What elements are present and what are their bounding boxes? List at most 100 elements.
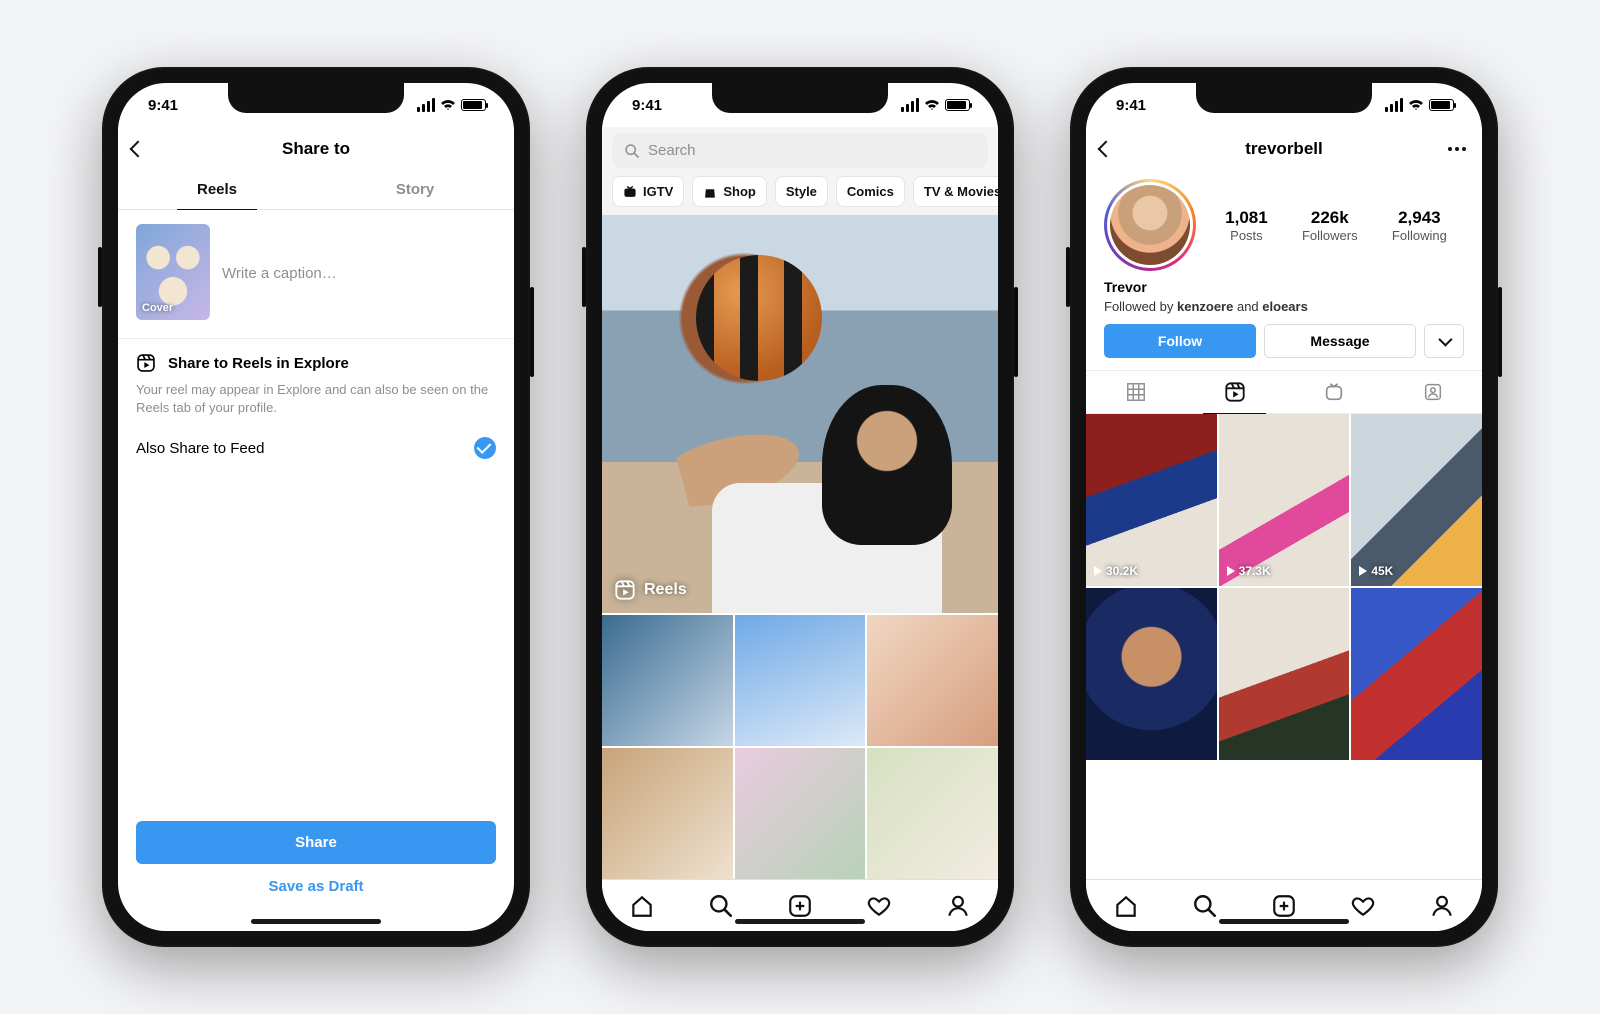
profile-reels-grid: 30.2K 37.3K 45K [1086, 414, 1482, 879]
status-time: 9:41 [1116, 97, 1146, 114]
also-share-feed-row[interactable]: Also Share to Feed [118, 423, 514, 473]
explore-category-chips: IGTV Shop Style Comics TV & Movies [602, 176, 998, 215]
reel-tile[interactable]: 37.3K [1219, 414, 1350, 586]
profile-content-tabs [1086, 370, 1482, 414]
tab-create[interactable] [787, 893, 813, 919]
explore-tile[interactable] [735, 615, 866, 746]
nav-bar: trevorbell [1086, 127, 1482, 171]
explore-description: Your reel may appear in Explore and can … [136, 381, 496, 417]
stat-following[interactable]: 2,943 Following [1392, 208, 1447, 243]
battery-icon [1429, 99, 1454, 111]
reels-badge-label: Reels [644, 581, 687, 599]
display-name: Trevor [1086, 273, 1482, 297]
chip-style[interactable]: Style [775, 176, 828, 207]
tab-activity[interactable] [866, 893, 892, 919]
ptab-tagged[interactable] [1383, 371, 1482, 413]
profile-header: 1,081 Posts 226k Followers 2,943 Followi… [1086, 171, 1482, 273]
wifi-icon [1408, 99, 1424, 111]
reel-tile[interactable] [1351, 588, 1482, 760]
share-tabs: Reels Story [118, 171, 514, 210]
phone-mockup-share: 9:41 Share to Reels Story Cover [102, 67, 530, 947]
chip-comics[interactable]: Comics [836, 176, 905, 207]
bag-icon [703, 185, 717, 199]
play-icon [1227, 566, 1235, 576]
follow-button[interactable]: Follow [1104, 324, 1256, 358]
explore-tile[interactable] [735, 748, 866, 879]
followed-by: Followed by kenzoere and eloears [1086, 297, 1482, 324]
play-count: 30.2K [1094, 564, 1138, 578]
play-count: 45K [1359, 564, 1393, 578]
home-indicator[interactable] [251, 919, 381, 924]
caption-input[interactable] [222, 224, 496, 320]
followed-by-user[interactable]: kenzoere [1177, 299, 1233, 314]
cover-thumbnail[interactable]: Cover [136, 224, 210, 320]
chevron-down-icon [1438, 333, 1452, 347]
nav-bar: Share to [118, 127, 514, 171]
explore-tile[interactable] [602, 615, 733, 746]
tab-activity[interactable] [1350, 893, 1376, 919]
tab-create[interactable] [1271, 893, 1297, 919]
phone-mockup-explore: 9:41 Search IGTV Sh [586, 67, 1014, 947]
explore-tile[interactable] [867, 615, 998, 746]
search-input[interactable]: Search [612, 133, 988, 168]
suggested-users-button[interactable] [1424, 324, 1464, 358]
tab-home[interactable] [1113, 893, 1139, 919]
tab-reels[interactable]: Reels [118, 171, 316, 209]
reel-tile[interactable] [1219, 588, 1350, 760]
tab-search[interactable] [1192, 893, 1218, 919]
back-button[interactable] [132, 143, 144, 155]
stat-label: Posts [1225, 228, 1268, 243]
ptab-igtv[interactable] [1284, 371, 1383, 413]
explore-grid: Reels [602, 215, 998, 879]
notch [1196, 83, 1372, 113]
reel-tile[interactable]: 30.2K [1086, 414, 1217, 586]
reel-tile[interactable] [1086, 588, 1217, 760]
reel-tile[interactable]: 45K [1351, 414, 1482, 586]
play-count: 37.3K [1227, 564, 1271, 578]
chip-label: Style [786, 184, 817, 199]
share-button[interactable]: Share [136, 821, 496, 864]
followed-by-user[interactable]: eloears [1262, 299, 1308, 314]
save-draft-button[interactable]: Save as Draft [136, 864, 496, 897]
tab-profile[interactable] [1429, 893, 1455, 919]
compose-area: Cover [118, 210, 514, 339]
avatar-story-ring[interactable] [1104, 179, 1196, 271]
stat-number: 226k [1302, 208, 1358, 228]
explore-tile[interactable] [867, 748, 998, 879]
back-button[interactable] [1100, 143, 1112, 155]
reels-badge: Reels [614, 579, 687, 601]
stat-number: 2,943 [1392, 208, 1447, 228]
chip-tv-movies[interactable]: TV & Movies [913, 176, 998, 207]
ptab-reels[interactable] [1185, 371, 1284, 413]
home-indicator[interactable] [735, 919, 865, 924]
chip-label: Shop [723, 184, 756, 199]
signal-icon [417, 98, 435, 112]
chevron-left-icon [1098, 141, 1115, 158]
chip-shop[interactable]: Shop [692, 176, 767, 207]
search-icon [624, 143, 640, 159]
explore-tile[interactable] [602, 748, 733, 879]
more-options-button[interactable] [1448, 147, 1466, 151]
search-placeholder: Search [648, 142, 696, 159]
tab-search[interactable] [708, 893, 734, 919]
notch [228, 83, 404, 113]
battery-icon [461, 99, 486, 111]
status-time: 9:41 [148, 97, 178, 114]
stat-label: Followers [1302, 228, 1358, 243]
stat-posts[interactable]: 1,081 Posts [1225, 208, 1268, 243]
stat-followers[interactable]: 226k Followers [1302, 208, 1358, 243]
chip-label: IGTV [643, 184, 673, 199]
tab-profile[interactable] [945, 893, 971, 919]
home-indicator[interactable] [1219, 919, 1349, 924]
tv-icon [623, 185, 637, 199]
explore-hero-reel[interactable]: Reels [602, 215, 998, 613]
tab-story[interactable]: Story [316, 171, 514, 209]
page-title: Share to [282, 139, 350, 159]
ptab-grid[interactable] [1086, 371, 1185, 413]
tab-home[interactable] [629, 893, 655, 919]
message-button[interactable]: Message [1264, 324, 1416, 358]
chip-label: Comics [847, 184, 894, 199]
chip-igtv[interactable]: IGTV [612, 176, 684, 207]
status-time: 9:41 [632, 97, 662, 114]
stat-label: Following [1392, 228, 1447, 243]
